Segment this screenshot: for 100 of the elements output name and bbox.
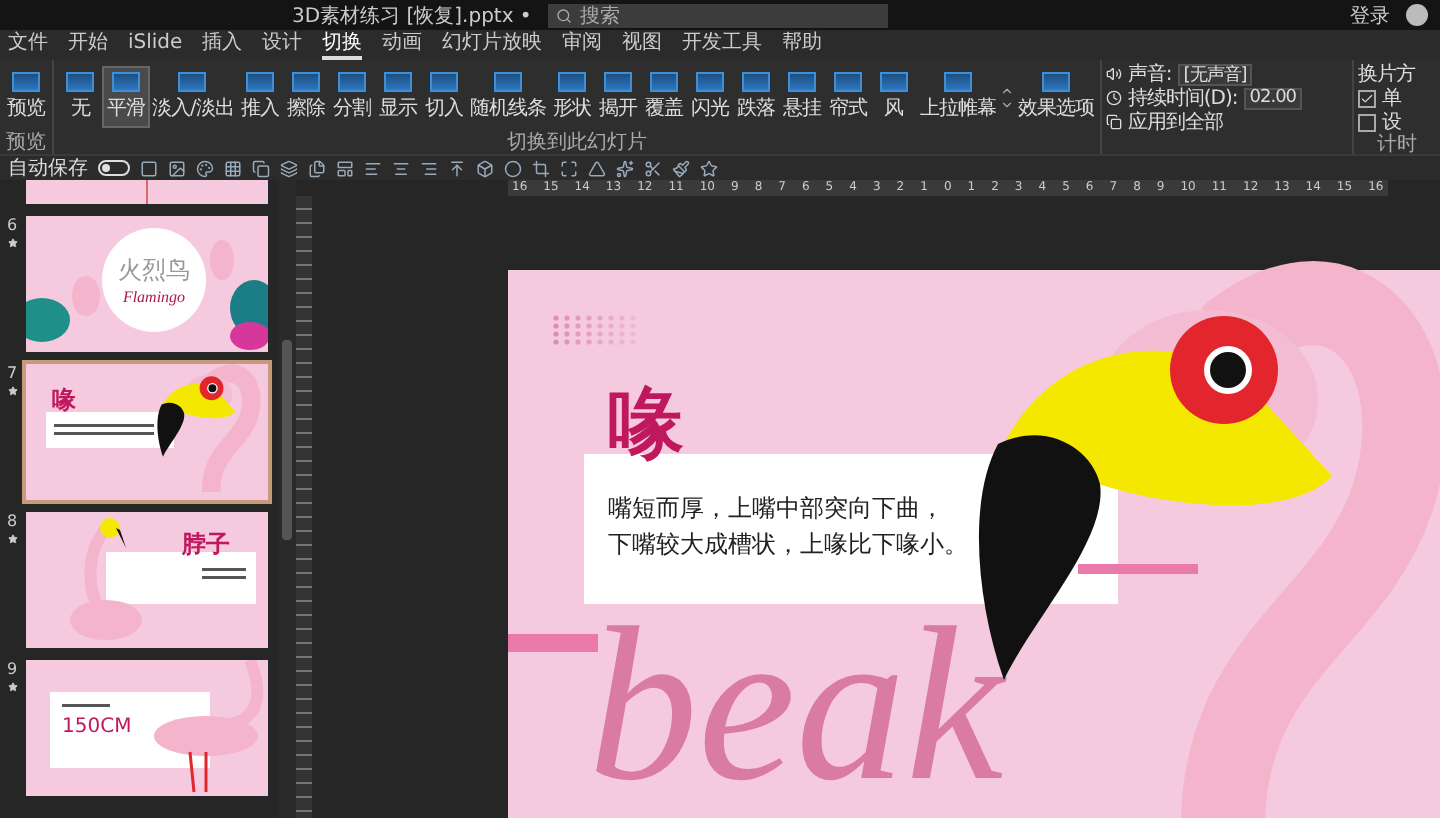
transition-button[interactable]: 跌落	[733, 68, 778, 126]
copy-icon	[1105, 114, 1122, 130]
transition-button[interactable]: 闪光	[687, 68, 732, 126]
slide-number: 9	[6, 660, 18, 678]
scissors-icon[interactable]	[644, 159, 662, 177]
text-lines-drawing	[202, 568, 246, 580]
speaker-icon	[1105, 66, 1122, 82]
autosave-toggle[interactable]	[98, 160, 130, 176]
duration-field[interactable]: 02.00	[1243, 87, 1303, 109]
checkbox[interactable]	[1357, 89, 1376, 107]
slide-thumbnail[interactable]: 喙	[26, 364, 268, 500]
clock-icon	[1105, 90, 1122, 106]
menu-tab[interactable]: 帮助	[782, 30, 823, 60]
menu-tab[interactable]: 开始	[68, 30, 108, 60]
thumbnail-title: 火烈鸟	[118, 254, 190, 288]
dots-icon	[552, 314, 640, 346]
files-icon[interactable]	[308, 159, 326, 177]
thumbnail-title: 150CM	[62, 716, 132, 738]
slide-number: 6	[6, 216, 18, 234]
transition-button[interactable]: 平滑	[104, 68, 148, 126]
brush-icon[interactable]	[672, 159, 690, 177]
preview-button[interactable]: 预览	[4, 68, 48, 126]
group-label: 预览	[4, 132, 48, 154]
thumbnail-title: 脖子	[182, 528, 230, 562]
layout-icon[interactable]	[336, 159, 354, 177]
transition-button[interactable]: 帘式	[825, 68, 870, 126]
transition-button[interactable]: 切入	[421, 68, 466, 126]
checkbox-label: 单	[1381, 85, 1401, 112]
transition-button[interactable]: 覆盖	[641, 68, 686, 126]
menu-tab[interactable]: 幻灯片放映	[442, 30, 543, 60]
sound-label: 声音:	[1127, 61, 1172, 87]
align-left-icon[interactable]	[364, 159, 382, 177]
scroll-up-icon[interactable]	[999, 83, 1014, 97]
thumbnail-title: 喙	[52, 384, 76, 418]
text-lines-drawing	[62, 704, 110, 708]
apply-all-button[interactable]: 应用到全部	[1127, 108, 1223, 136]
slide-heading: 喙	[608, 386, 684, 462]
thumbnail-subtitle: Flamingo	[122, 288, 186, 306]
avatar-icon[interactable]	[1406, 4, 1428, 26]
align-center-icon[interactable]	[392, 159, 410, 177]
scrollbar[interactable]	[278, 180, 296, 818]
menu-tab[interactable]: iSlide	[128, 30, 183, 60]
duration-label: 持续时间(D):	[1127, 85, 1238, 111]
description-text: 下嘴较大成槽状，上喙比下喙小。	[608, 530, 970, 558]
crop-icon[interactable]	[532, 159, 550, 177]
menu-tab[interactable]: 插入	[202, 30, 243, 60]
menu-tab[interactable]: 动画	[382, 30, 423, 60]
cube-icon[interactable]	[476, 159, 494, 177]
palette-icon[interactable]	[196, 159, 214, 177]
align-right-icon[interactable]	[420, 159, 438, 177]
image-icon[interactable]	[168, 159, 186, 177]
search-icon	[555, 7, 572, 23]
star-icon[interactable]	[700, 159, 718, 177]
layers-icon[interactable]	[280, 159, 298, 177]
menu-tab[interactable]: 设计	[262, 30, 303, 60]
transition-button[interactable]: 风	[871, 68, 916, 126]
slide-thumbnail[interactable]: 火烈鸟 Flamingo	[26, 216, 268, 352]
copy-icon[interactable]	[252, 159, 270, 177]
slide-thumbnail[interactable]: 脖子	[26, 512, 268, 648]
transition-button[interactable]: 显示	[375, 68, 420, 126]
transition-button[interactable]: 擦除	[283, 68, 328, 126]
text-lines-drawing	[54, 424, 154, 436]
transition-button[interactable]: 揭开	[595, 68, 640, 126]
grid-icon[interactable]	[224, 159, 242, 177]
checkbox-label: 设	[1381, 110, 1401, 134]
transition-button[interactable]: 无	[58, 68, 102, 126]
menu-tab[interactable]: 文件	[8, 30, 48, 60]
flamingo-drawing	[150, 660, 268, 796]
transition-button[interactable]: 随机线条	[467, 68, 548, 126]
window-title: 3D素材练习 [恢复].pptx •	[292, 3, 532, 29]
advance-label: 换片方	[1357, 61, 1415, 87]
triangle-icon[interactable]	[588, 159, 606, 177]
group-label: 计时	[1374, 134, 1419, 156]
group-label: 切换到此幻灯片	[504, 132, 649, 154]
maximize-icon[interactable]	[560, 159, 578, 177]
slide-thumbnail[interactable]: 150CM	[26, 660, 268, 796]
checkbox[interactable]	[1357, 113, 1376, 131]
transition-button[interactable]: 分割	[329, 68, 374, 126]
transition-button[interactable]: 形状	[549, 68, 594, 126]
sparkles-icon[interactable]	[616, 159, 634, 177]
sound-dropdown[interactable]: [无声音]	[1177, 63, 1253, 85]
account-link[interactable]: 登录	[1350, 1, 1390, 29]
slide-thumbnail[interactable]	[26, 180, 268, 204]
square-icon[interactable]	[140, 159, 158, 177]
scroll-down-icon[interactable]	[999, 97, 1014, 111]
transition-button[interactable]: 上拉帷幕	[917, 68, 998, 126]
arrow-up-icon[interactable]	[448, 159, 466, 177]
autosave-label: 自动保存	[8, 156, 88, 182]
menu-tab[interactable]: 视图	[622, 30, 663, 60]
menu-tab[interactable]: 开发工具	[682, 30, 763, 60]
accent-bar	[1078, 564, 1198, 574]
slide-number: 8	[6, 512, 18, 530]
effect-options-button[interactable]: 效果选项	[1015, 68, 1096, 126]
transition-button[interactable]: 推入	[237, 68, 282, 126]
circle-icon[interactable]	[504, 159, 522, 177]
menu-tab[interactable]: 审阅	[562, 30, 603, 60]
search-field[interactable]: 搜索	[547, 3, 888, 27]
transition-button[interactable]: 悬挂	[779, 68, 824, 126]
transition-button[interactable]: 淡入/淡出	[150, 68, 236, 126]
script-text: beak	[588, 594, 1004, 814]
